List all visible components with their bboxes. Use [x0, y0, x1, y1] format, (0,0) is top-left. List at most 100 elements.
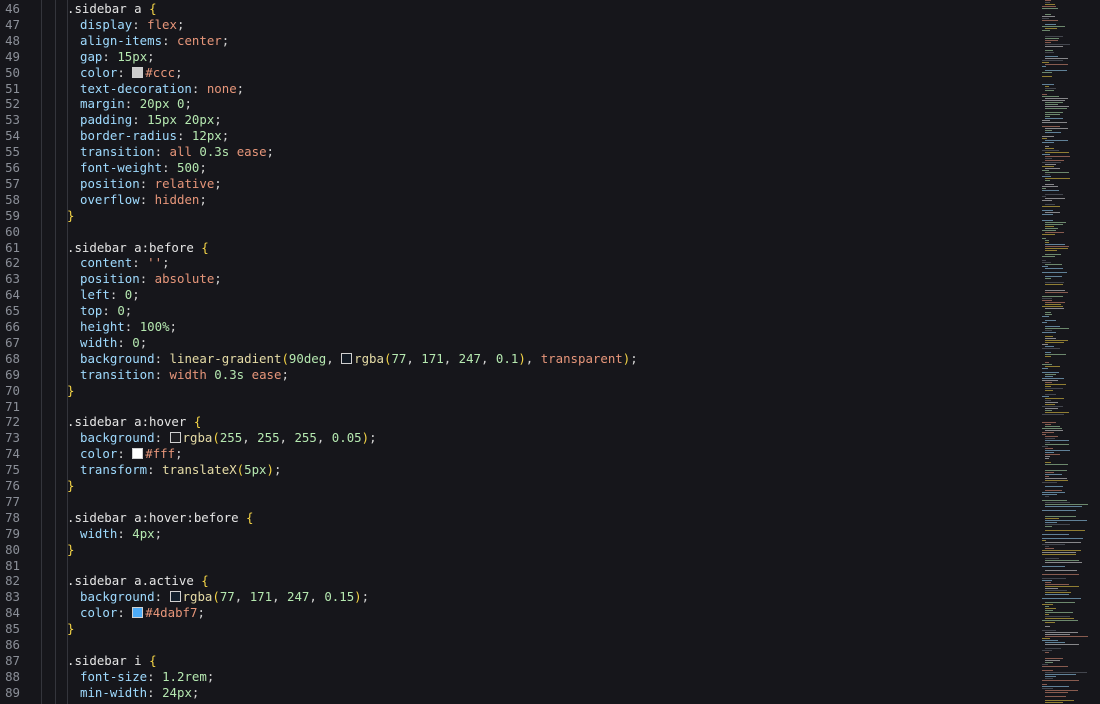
color-swatch-icon[interactable]: [169, 432, 181, 444]
minimap-line: [1045, 346, 1054, 347]
code-line[interactable]: 49 gap: 15px;: [0, 49, 1040, 65]
color-swatch-icon[interactable]: [132, 448, 144, 460]
code-line[interactable]: 62 content: '';: [0, 255, 1040, 271]
minimap-line: [1045, 246, 1069, 247]
token-num: 0.05: [331, 430, 362, 446]
code-line[interactable]: 69 transition: width 0.3s ease;: [0, 367, 1040, 383]
minimap-line: [1042, 170, 1049, 171]
code-line[interactable]: 48 align-items: center;: [0, 33, 1040, 49]
code-line[interactable]: 68 background: linear-gradient(90deg, rgb…: [0, 351, 1040, 367]
line-number: 64: [5, 287, 20, 303]
code-line[interactable]: 54 border-radius: 12px;: [0, 128, 1040, 144]
minimap-line: [1045, 114, 1060, 115]
color-swatch-icon[interactable]: [132, 607, 144, 619]
minimap-line: [1045, 690, 1078, 691]
code-line[interactable]: 76}: [0, 478, 1040, 494]
minimap-line: [1045, 132, 1061, 133]
minimap-line: [1042, 406, 1063, 407]
minimap-line: [1045, 304, 1061, 305]
code-line[interactable]: 77: [0, 494, 1040, 510]
minimap-line: [1042, 500, 1067, 501]
code-line[interactable]: 53 padding: 15px 20px;: [0, 112, 1040, 128]
token-str: '': [147, 255, 163, 271]
minimap-line: [1045, 480, 1068, 481]
minimap-line: [1045, 50, 1053, 51]
code-line[interactable]: 47 display: flex;: [0, 17, 1040, 33]
minimap-line: [1045, 458, 1049, 459]
token-punct: ;: [221, 32, 230, 48]
minimap-line: [1042, 510, 1076, 511]
code-line[interactable]: 71: [0, 399, 1040, 415]
minimap-line: [1045, 308, 1064, 309]
token-brace: {: [193, 414, 202, 430]
code-line[interactable]: 58 overflow: hidden;: [0, 192, 1040, 208]
token-prop: font-weight: [80, 160, 163, 175]
minimap-line: [1042, 540, 1046, 541]
code-text: }: [67, 383, 74, 399]
code-line[interactable]: 84 color: #4dabf7;: [0, 605, 1040, 621]
minimap-line: [1042, 492, 1065, 493]
minimap-line: [1045, 276, 1062, 277]
code-line[interactable]: 55 transition: all 0.3s ease;: [0, 144, 1040, 160]
code-line[interactable]: 65 top: 0;: [0, 303, 1040, 319]
code-line[interactable]: 59}: [0, 208, 1040, 224]
minimap-line: [1042, 534, 1069, 535]
code-line[interactable]: 70}: [0, 383, 1040, 399]
minimap-line: [1045, 606, 1049, 607]
code-line[interactable]: 79 width: 4px;: [0, 526, 1040, 542]
code-line[interactable]: 72 .sidebar a:hover {: [0, 414, 1040, 430]
code-line[interactable]: 56 font-weight: 500;: [0, 160, 1040, 176]
line-number: 63: [5, 271, 20, 287]
code-line[interactable]: 81: [0, 558, 1040, 574]
token-prop: color: [80, 446, 118, 462]
minimap[interactable]: [1040, 0, 1100, 704]
minimap-line: [1045, 410, 1052, 411]
code-editor[interactable]: 46 .sidebar a {47 display: flex; 48 align-it…: [0, 0, 1040, 704]
color-swatch-icon[interactable]: [341, 352, 353, 364]
code-line[interactable]: 88 font-size: 1.2rem;: [0, 669, 1040, 685]
code-line[interactable]: 66 height: 100%;: [0, 319, 1040, 335]
code-line[interactable]: 67 width: 0;: [0, 335, 1040, 351]
code-line[interactable]: 57 position: relative;: [0, 176, 1040, 192]
code-line[interactable]: 50 color: #ccc;: [0, 65, 1040, 81]
minimap-line: [1045, 582, 1051, 583]
code-line[interactable]: 73 background: rgba(255, 255, 255, 0.05);: [0, 430, 1040, 446]
code-line[interactable]: 78 .sidebar a:hover:before {: [0, 510, 1040, 526]
code-line[interactable]: 61 .sidebar a:before {: [0, 240, 1040, 256]
code-line[interactable]: 87 .sidebar i {: [0, 653, 1040, 669]
minimap-line: [1045, 570, 1077, 571]
minimap-line: [1042, 66, 1046, 67]
code-line[interactable]: 85}: [0, 621, 1040, 637]
code-line[interactable]: 82 .sidebar a.active {: [0, 573, 1040, 589]
code-line[interactable]: 64 left: 0;: [0, 287, 1040, 303]
token-paren: ): [354, 589, 362, 605]
code-line[interactable]: 46 .sidebar a {: [0, 1, 1040, 17]
minimap-line: [1045, 386, 1051, 387]
minimap-line: [1045, 336, 1053, 337]
token-prop: display: [80, 16, 133, 32]
code-line[interactable]: 63 position: absolute;: [0, 271, 1040, 287]
code-line[interactable]: 74 color: #fff;: [0, 446, 1040, 462]
color-swatch-icon[interactable]: [132, 66, 144, 78]
minimap-line: [1045, 678, 1053, 679]
minimap-line: [1042, 238, 1046, 239]
token-punct: :: [124, 319, 140, 334]
code-text: overflow: hidden;: [80, 192, 207, 208]
token-num: 4px: [132, 525, 155, 541]
minimap-line: [1045, 244, 1065, 245]
code-line[interactable]: 83 background: rgba(77, 171, 247, 0.15);: [0, 589, 1040, 605]
minimap-line: [1042, 574, 1079, 575]
code-line[interactable]: 51 text-decoration: none;: [0, 81, 1040, 97]
token-prop: content: [80, 255, 133, 271]
code-line[interactable]: 52 margin: 20px 0;: [0, 96, 1040, 112]
code-line[interactable]: 89 min-width: 24px;: [0, 685, 1040, 701]
minimap-line: [1042, 60, 1063, 61]
token-punct: ;: [214, 175, 222, 191]
code-line[interactable]: 80}: [0, 542, 1040, 558]
token-punct: ;: [266, 144, 274, 160]
code-line[interactable]: 86: [0, 637, 1040, 653]
minimap-line: [1045, 548, 1054, 549]
code-line[interactable]: 60: [0, 224, 1040, 240]
code-line[interactable]: 75 transform: translateX(5px);: [0, 462, 1040, 478]
color-swatch-icon[interactable]: [169, 591, 181, 603]
